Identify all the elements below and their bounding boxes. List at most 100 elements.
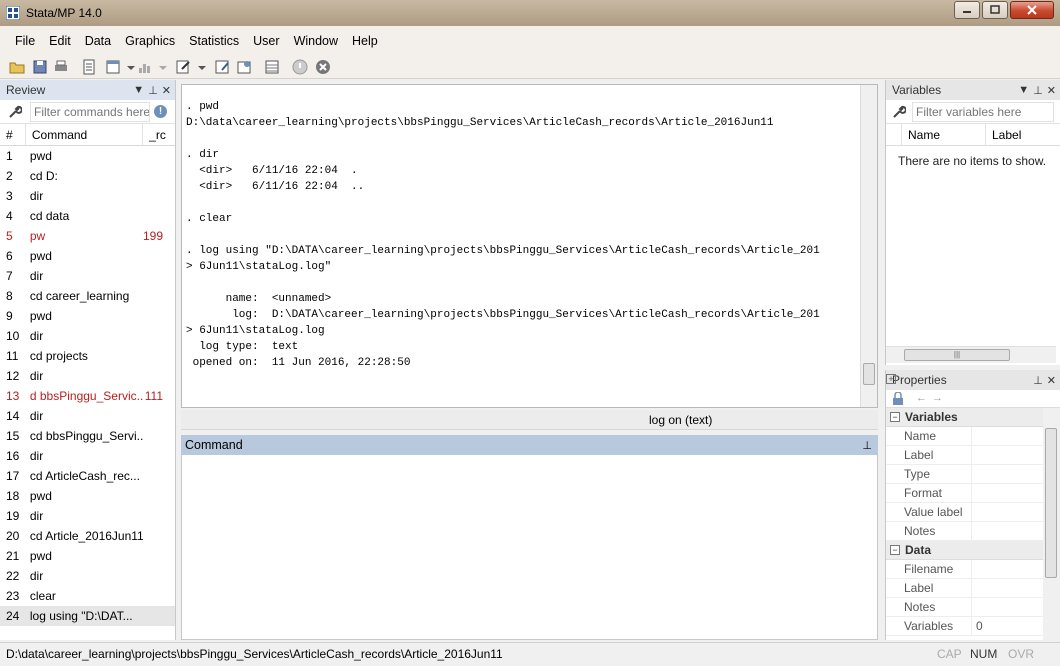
break-icon[interactable]: [314, 58, 332, 76]
review-row[interactable]: 24 log using "D:\DAT...: [0, 606, 175, 626]
close-panel-icon[interactable]: ✕: [162, 84, 171, 97]
review-row[interactable]: 6 pwd: [0, 246, 175, 266]
scroll-thumb[interactable]: [1045, 428, 1057, 578]
prop-row[interactable]: Notes: [886, 521, 1060, 541]
review-row[interactable]: 22 dir: [0, 566, 175, 586]
col-header-rc[interactable]: _rc: [143, 124, 175, 145]
properties-panel: Properties ⊥ ✕ ← → − Variables Name Label Ty…: [885, 370, 1060, 640]
prop-row[interactable]: Label: [886, 578, 1060, 598]
pin-icon[interactable]: ⊥: [1033, 84, 1043, 97]
col-header-name[interactable]: Name: [902, 124, 986, 145]
dropdown-arrow-icon[interactable]: [193, 58, 211, 76]
filter-icon[interactable]: ▼: [1018, 84, 1029, 97]
prop-row[interactable]: Label: [886, 445, 1060, 465]
review-cell-n: 24: [6, 609, 20, 623]
prop-row[interactable]: Value label: [886, 502, 1060, 522]
wrench-icon[interactable]: [892, 105, 906, 119]
info-icon[interactable]: !: [154, 105, 167, 118]
graph-icon[interactable]: [136, 58, 154, 76]
review-row[interactable]: 11 cd projects: [0, 346, 175, 366]
prop-row[interactable]: + Filename: [886, 374, 1060, 579]
scroll-thumb[interactable]: |||: [904, 349, 1010, 361]
pin-icon[interactable]: ⊥: [862, 439, 872, 452]
save-icon[interactable]: [31, 58, 49, 76]
review-row[interactable]: 20 cd Article_2016Jun11: [0, 526, 175, 546]
scroll-thumb[interactable]: [863, 363, 875, 385]
variables-hscrollbar[interactable]: |||: [886, 346, 1056, 363]
collapse-icon[interactable]: −: [890, 545, 900, 555]
col-header-label[interactable]: Label: [986, 124, 1056, 145]
close-icon: [1027, 5, 1037, 15]
menu-data[interactable]: Data: [78, 34, 118, 48]
cap-indicator: CAP: [937, 647, 962, 661]
back-arrow-icon[interactable]: ←: [916, 392, 927, 404]
prop-row[interactable]: Type: [886, 464, 1060, 484]
review-row[interactable]: 1 pwd: [0, 146, 175, 166]
review-row[interactable]: 7 dir: [0, 266, 175, 286]
data-editor-icon[interactable]: [213, 58, 231, 76]
prop-row[interactable]: Name: [886, 426, 1060, 446]
review-filter-input[interactable]: [30, 102, 150, 122]
review-row[interactable]: 14 dir: [0, 406, 175, 426]
pin-icon[interactable]: ⊥: [1033, 374, 1043, 387]
review-row[interactable]: 4 cd data: [0, 206, 175, 226]
do-file-editor-icon[interactable]: [174, 58, 192, 76]
review-row[interactable]: 23 clear: [0, 586, 175, 606]
review-row[interactable]: 5 pw 199: [0, 226, 175, 246]
viewer-icon[interactable]: [104, 58, 122, 76]
menu-help[interactable]: Help: [345, 34, 385, 48]
menu-window[interactable]: Window: [287, 34, 345, 48]
menu-file[interactable]: File: [8, 34, 42, 48]
prop-row[interactable]: Format: [886, 483, 1060, 503]
review-row[interactable]: 16 dir: [0, 446, 175, 466]
review-row[interactable]: 2 cd D:: [0, 166, 175, 186]
col-header-num[interactable]: #: [0, 124, 26, 145]
lock-icon[interactable]: [892, 392, 904, 406]
review-row[interactable]: 21 pwd: [0, 546, 175, 566]
review-row[interactable]: 10 dir: [0, 326, 175, 346]
col-header-command[interactable]: Command: [26, 124, 144, 145]
close-panel-icon[interactable]: ✕: [1047, 374, 1056, 387]
prop-section[interactable]: − Data: [886, 541, 1060, 560]
variables-manager-icon[interactable]: [263, 58, 281, 76]
prop-row[interactable]: Variables 0: [886, 616, 1060, 636]
review-row[interactable]: 9 pwd: [0, 306, 175, 326]
print-icon[interactable]: [52, 58, 70, 76]
properties-scrollbar[interactable]: [1043, 408, 1060, 640]
results-scrollbar[interactable]: [860, 85, 877, 407]
command-input[interactable]: [181, 455, 878, 640]
variables-filter-input[interactable]: [912, 102, 1054, 122]
review-row[interactable]: 18 pwd: [0, 486, 175, 506]
expand-icon[interactable]: +: [886, 374, 896, 384]
maximize-button[interactable]: [982, 1, 1008, 19]
review-row[interactable]: 8 cd career_learning: [0, 286, 175, 306]
pin-icon[interactable]: ⊥: [148, 84, 158, 97]
filter-icon[interactable]: ▼: [133, 84, 144, 97]
review-row[interactable]: 13 d bbsPinggu_Servic... 111: [0, 386, 175, 406]
forward-arrow-icon[interactable]: →: [932, 392, 943, 404]
review-row[interactable]: 12 dir: [0, 366, 175, 386]
close-window-button[interactable]: [1010, 1, 1054, 19]
review-row[interactable]: 3 dir: [0, 186, 175, 206]
data-browser-icon[interactable]: [235, 58, 253, 76]
wrench-icon[interactable]: [8, 105, 22, 119]
menu-user[interactable]: User: [246, 34, 286, 48]
prop-row[interactable]: Notes: [886, 597, 1060, 617]
col-header-check[interactable]: [886, 124, 902, 145]
close-panel-icon[interactable]: ✕: [1047, 84, 1056, 97]
open-folder-icon[interactable]: [8, 58, 26, 76]
collapse-icon[interactable]: −: [890, 412, 900, 422]
dropdown-arrow-icon[interactable]: [154, 58, 172, 76]
more-icon[interactable]: [291, 58, 309, 76]
review-row[interactable]: 15 cd bbsPinggu_Servi...: [0, 426, 175, 446]
prop-key: Type: [886, 464, 972, 484]
review-cell-n: 3: [6, 189, 13, 203]
menu-graphics[interactable]: Graphics: [118, 34, 182, 48]
menu-statistics[interactable]: Statistics: [182, 34, 246, 48]
log-icon[interactable]: [80, 58, 98, 76]
review-row[interactable]: 17 cd ArticleCash_rec...: [0, 466, 175, 486]
minimize-button[interactable]: [954, 1, 980, 19]
prop-section[interactable]: − Variables: [886, 408, 1060, 427]
menu-edit[interactable]: Edit: [42, 34, 78, 48]
review-row[interactable]: 19 dir: [0, 506, 175, 526]
